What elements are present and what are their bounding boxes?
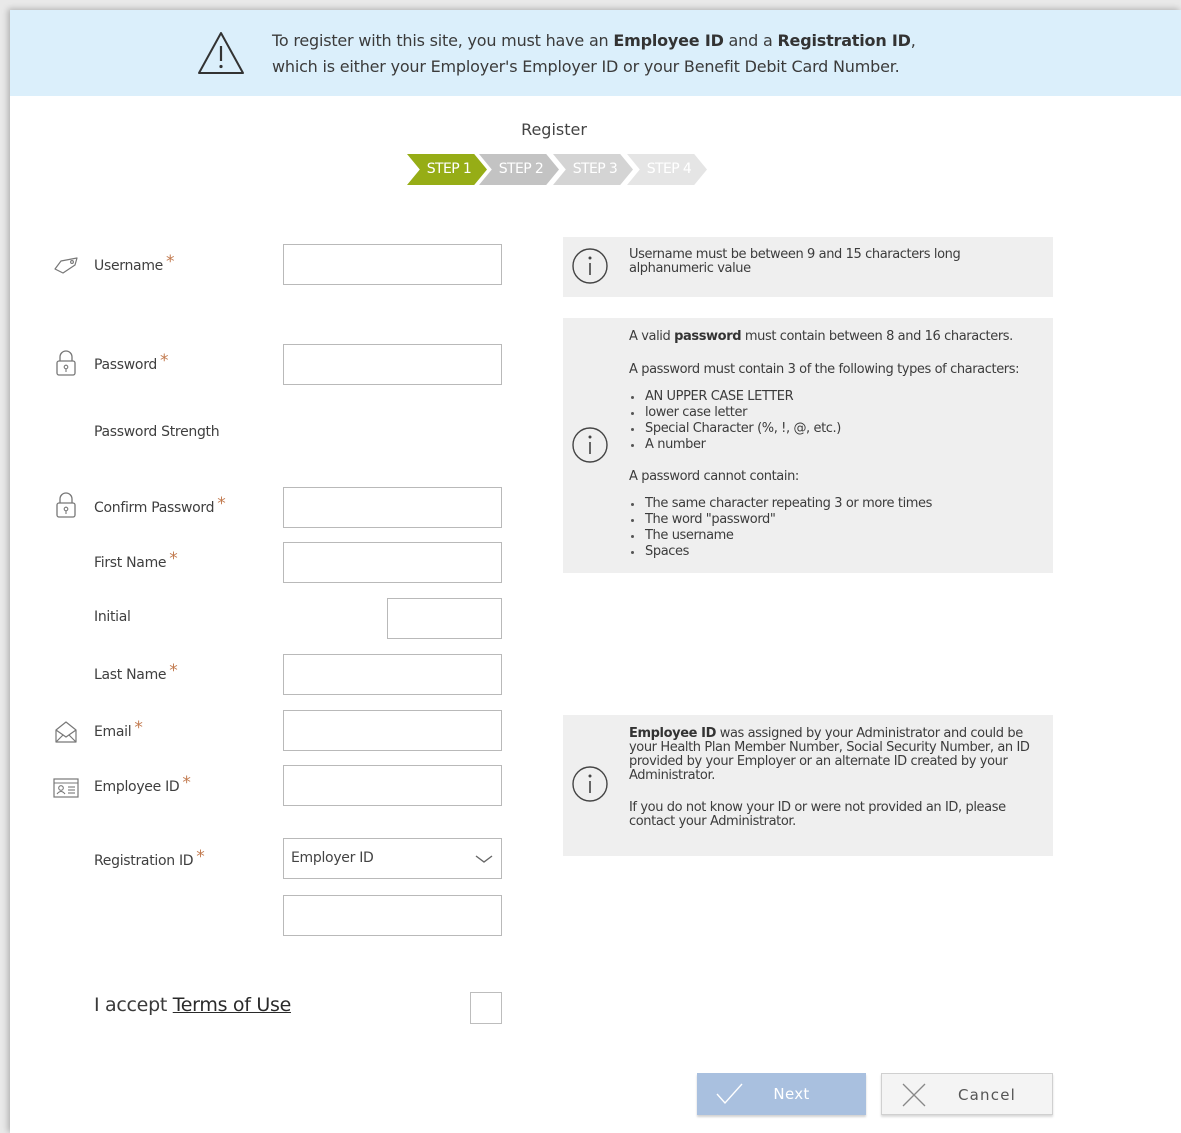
checkmark-icon xyxy=(716,1083,743,1105)
employee-id-label: Employee ID * xyxy=(94,773,191,795)
username-info-box: Username must be between 9 and 15 charac… xyxy=(563,237,1053,297)
step-3: STEP 3 xyxy=(553,154,633,185)
first-name-input[interactable] xyxy=(283,542,502,583)
notice-employee-id: Employee ID xyxy=(613,31,724,50)
password-forbidden-list: The same character repeating 3 or more t… xyxy=(629,496,1039,560)
terms-acceptance: I accept Terms of Use xyxy=(94,994,291,1016)
password-strength-label: Password Strength xyxy=(94,424,220,440)
employee-id-info-box: Employee ID was assigned by your Adminis… xyxy=(563,715,1053,856)
username-label: Username * xyxy=(94,252,175,274)
first-name-label: First Name * xyxy=(94,549,178,571)
last-name-label: Last Name * xyxy=(94,661,178,683)
step-progress: STEP 4 STEP 3 STEP 2 STEP 1 xyxy=(407,154,727,185)
info-icon xyxy=(572,248,608,284)
id-card-icon xyxy=(53,778,79,798)
list-item: The word "password" xyxy=(629,512,1039,528)
list-item: Spaces xyxy=(629,544,1039,560)
password-info-box: A valid password must contain between 8 … xyxy=(563,318,1053,573)
notice-registration-id: Registration ID xyxy=(777,31,911,50)
cancel-button[interactable]: Cancel xyxy=(881,1073,1053,1115)
list-item: The same character repeating 3 or more t… xyxy=(629,496,1039,512)
initial-input[interactable] xyxy=(387,598,502,639)
registration-id-type-value: Employer ID xyxy=(291,850,374,866)
step-1-active: STEP 1 xyxy=(407,154,487,185)
password-info-length: A valid password must contain between 8 … xyxy=(629,329,1013,344)
list-item: The username xyxy=(629,528,1039,544)
username-input[interactable] xyxy=(283,244,502,285)
list-item: Special Character (%, !, @, etc.) xyxy=(629,421,1039,437)
email-label: Email * xyxy=(94,718,143,740)
info-icon xyxy=(572,766,608,802)
notice-text: To register with this site, you must hav… xyxy=(272,31,916,76)
confirm-password-input[interactable] xyxy=(283,487,502,528)
next-button[interactable]: Next xyxy=(697,1073,866,1115)
initial-label: Initial xyxy=(94,609,131,625)
list-item: AN UPPER CASE LETTER xyxy=(629,389,1039,405)
password-info-forbidden-title: A password cannot contain: xyxy=(629,469,799,484)
info-icon xyxy=(572,427,608,463)
username-info-line1: Username must be between 9 and 15 charac… xyxy=(629,247,961,262)
tag-icon xyxy=(54,257,78,274)
password-types-list: AN UPPER CASE LETTER lower case letter S… xyxy=(629,389,1039,453)
employee-id-info-text: Employee ID was assigned by your Adminis… xyxy=(629,726,1030,783)
warning-icon xyxy=(198,32,244,74)
chevron-down-icon xyxy=(475,855,493,863)
registration-id-input[interactable] xyxy=(283,895,502,936)
list-item: lower case letter xyxy=(629,405,1039,421)
registration-panel: To register with this site, you must hav… xyxy=(10,10,1181,1133)
step-2: STEP 2 xyxy=(479,154,559,185)
employee-id-input[interactable] xyxy=(283,765,502,806)
lock-icon xyxy=(56,492,76,518)
password-info-types-title: A password must contain 3 of the followi… xyxy=(629,362,1020,377)
close-icon xyxy=(902,1083,926,1107)
terms-checkbox[interactable] xyxy=(470,992,502,1024)
terms-of-use-link[interactable]: Terms of Use xyxy=(173,994,292,1016)
email-input[interactable] xyxy=(283,710,502,751)
confirm-password-label: Confirm Password * xyxy=(94,494,226,516)
employee-id-info-contact: If you do not know your ID or were not p… xyxy=(629,800,1006,829)
lock-icon xyxy=(56,350,76,376)
notice-banner: To register with this site, you must hav… xyxy=(10,10,1181,96)
envelope-icon xyxy=(55,721,77,743)
password-input[interactable] xyxy=(283,344,502,385)
password-label: Password * xyxy=(94,351,169,373)
list-item: A number xyxy=(629,437,1039,453)
registration-id-type-select[interactable]: Employer ID xyxy=(283,838,502,879)
step-4: STEP 4 xyxy=(627,154,707,185)
page-title: Register xyxy=(521,120,587,139)
last-name-input[interactable] xyxy=(283,654,502,695)
registration-id-label: Registration ID * xyxy=(94,847,205,869)
username-info-line2: alphanumeric value xyxy=(629,261,751,276)
